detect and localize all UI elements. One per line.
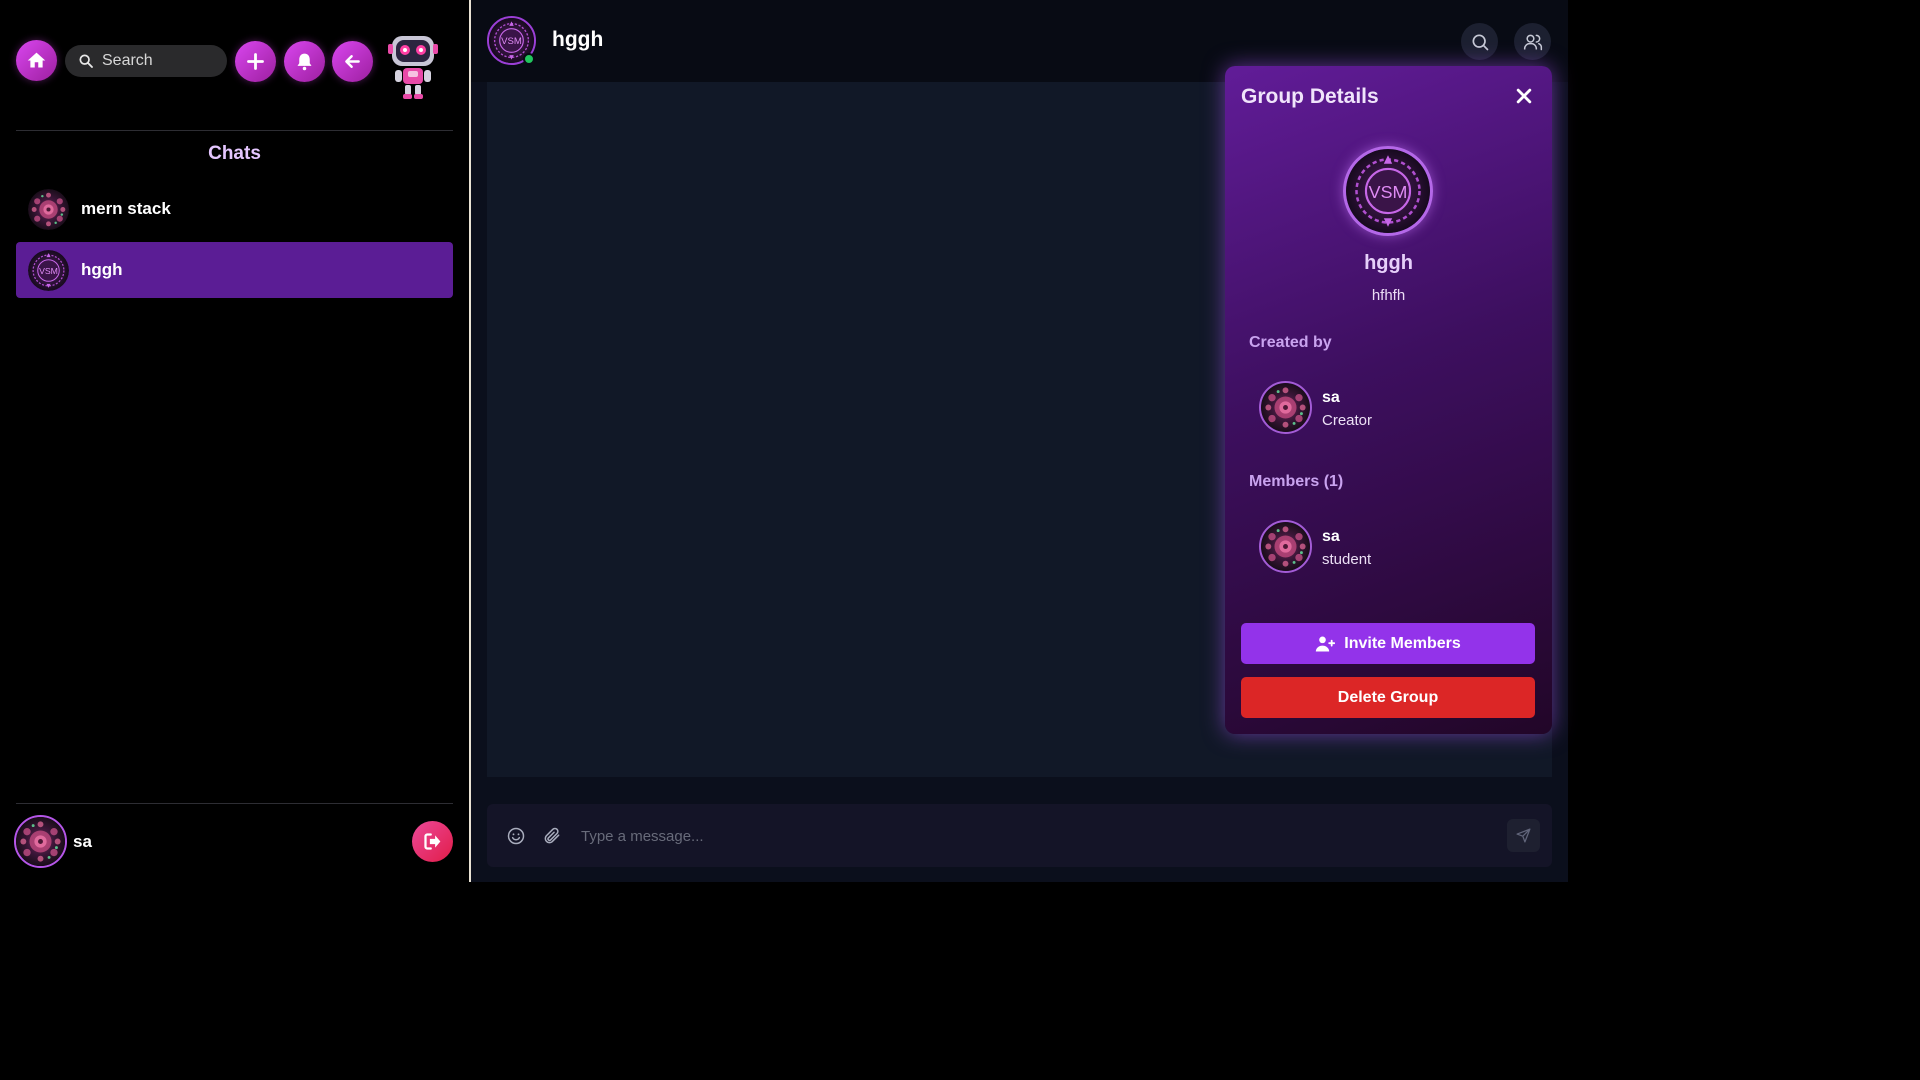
message-composer: [487, 804, 1552, 867]
home-icon: [27, 52, 46, 68]
logout-button[interactable]: [412, 821, 453, 862]
chat-item-hggh[interactable]: hggh: [16, 242, 453, 298]
chat-main: hggh Group Details hggh hfhfh Created by: [471, 0, 1568, 882]
creator-name: sa: [1322, 389, 1340, 406]
member-row[interactable]: sa student: [1259, 520, 1519, 574]
invite-members-button[interactable]: Invite Members: [1241, 623, 1535, 664]
group-description: hfhfh: [1371, 287, 1406, 304]
group-name: hggh: [1364, 252, 1413, 274]
chat-avatar: [28, 189, 69, 230]
member-avatar-image: [1261, 522, 1310, 571]
robot-mascot-icon[interactable]: [386, 34, 440, 100]
search-box[interactable]: [65, 45, 227, 77]
avatar[interactable]: [14, 815, 67, 868]
invite-members-label: Invite Members: [1344, 634, 1461, 652]
panel-title: Group Details: [1241, 85, 1379, 108]
group-avatar: [1343, 146, 1433, 236]
smiley-icon[interactable]: [506, 826, 526, 846]
message-input[interactable]: [581, 822, 1481, 850]
send-icon: [1516, 828, 1531, 843]
sidebar: Chats mern stack hggh sa: [0, 0, 471, 882]
user-plus-icon: [1316, 636, 1336, 651]
send-button[interactable]: [1507, 819, 1540, 852]
new-chat-button[interactable]: [235, 41, 276, 82]
arrow-left-icon: [345, 55, 360, 68]
members-label: Members (1): [1249, 473, 1344, 490]
group-avatar-image: [1346, 149, 1430, 233]
avatar: [1259, 520, 1312, 573]
member-role: student: [1322, 551, 1372, 568]
group-details-panel: Group Details hggh hfhfh Created by sa C…: [1225, 66, 1552, 734]
online-status-indicator: [523, 53, 535, 65]
search-input[interactable]: [102, 52, 222, 70]
bell-icon: [297, 53, 312, 71]
user-avatar-image: [16, 817, 65, 866]
chat-item-name: hggh: [81, 260, 123, 279]
plus-icon: [247, 53, 264, 70]
chat-avatar: [28, 250, 69, 291]
users-icon: [1523, 34, 1542, 50]
avatar: [1259, 381, 1312, 434]
creator-row[interactable]: sa Creator: [1259, 381, 1519, 435]
current-user-name: sa: [73, 832, 92, 851]
search-icon: [79, 54, 93, 68]
creator-avatar-image: [1261, 383, 1310, 432]
current-user-row: sa: [14, 815, 454, 869]
sidebar-divider-top: [16, 130, 453, 131]
sidebar-divider-bottom: [16, 803, 453, 804]
created-by-label: Created by: [1249, 334, 1332, 351]
search-icon: [1472, 34, 1488, 50]
group-members-button[interactable]: [1514, 23, 1551, 60]
paperclip-icon[interactable]: [542, 826, 562, 846]
delete-group-button[interactable]: Delete Group: [1241, 677, 1535, 718]
chat-title: hggh: [552, 28, 604, 51]
member-name: sa: [1322, 528, 1340, 545]
search-messages-button[interactable]: [1461, 23, 1498, 60]
chats-heading: Chats: [208, 143, 261, 164]
chat-item-mern-stack[interactable]: mern stack: [16, 181, 453, 237]
chat-item-name: mern stack: [81, 199, 171, 218]
delete-group-label: Delete Group: [1337, 688, 1439, 706]
close-icon[interactable]: [1514, 86, 1534, 106]
back-button[interactable]: [332, 41, 373, 82]
notifications-button[interactable]: [284, 41, 325, 82]
home-button[interactable]: [16, 40, 57, 81]
logout-icon: [424, 833, 441, 850]
creator-role: Creator: [1322, 412, 1373, 429]
